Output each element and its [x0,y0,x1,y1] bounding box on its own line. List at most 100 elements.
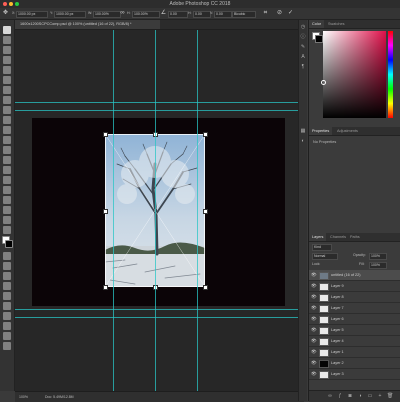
background-color-swatch[interactable] [315,35,323,43]
hand-tool-icon[interactable] [3,206,11,214]
blur-tool-icon[interactable] [3,146,11,154]
history-panel-icon[interactable]: ◷ [300,24,306,30]
h-skew-field[interactable]: 0.00 [193,11,211,18]
transform-handle-bottom-left[interactable] [103,285,108,290]
layer-visibility-eye-icon[interactable]: 👁 [311,292,317,302]
info-panel-icon[interactable]: ⓘ [300,34,306,40]
layer-style-icon[interactable]: ƒ [337,393,343,399]
link-layers-icon[interactable]: ∞ [327,393,333,399]
layer-row[interactable]: 👁 Layer 1 [309,347,400,358]
lasso-tool-icon[interactable] [3,46,11,54]
eraser-tool-icon[interactable] [3,126,11,134]
paragraph-panel-icon[interactable]: ¶ [300,64,306,70]
layer-mask-icon[interactable]: ◙ [347,393,353,399]
height-field[interactable]: 100.00% [132,11,160,18]
crop-tool-icon[interactable] [3,66,11,74]
brush-tool-icon[interactable] [3,96,11,104]
horizontal-guide[interactable] [15,110,304,111]
libraries-panel-icon[interactable]: ▦ [300,128,306,134]
transform-handle-bottom-right[interactable] [203,285,208,290]
layer-row[interactable]: 👁 Layer 8 [309,292,400,303]
horizontal-guide[interactable] [15,317,304,318]
layer-kind-filter[interactable]: Kind [312,244,332,251]
layer-row[interactable]: 👁 untitled (16 of 22) [309,270,400,281]
y-position-field[interactable]: 1000.00 px [54,11,86,18]
document-canvas-area[interactable] [15,30,304,391]
angle-field[interactable]: 0.00 [168,11,188,18]
layer-row[interactable]: 👁 Layer 3 [309,369,400,380]
path-selection-tool-icon[interactable] [3,186,11,194]
tool-icon[interactable] [3,342,11,350]
gradient-tool-icon[interactable] [3,136,11,144]
marquee-tool-icon[interactable] [3,36,11,44]
horizontal-guide[interactable] [15,102,304,103]
cancel-transform-icon[interactable]: ⊘ [276,10,283,17]
new-layer-icon[interactable]: + [377,393,383,399]
v-skew-field[interactable]: 0.00 [214,11,232,18]
color-picker-cursor[interactable] [321,80,326,85]
vertical-guide[interactable] [197,30,198,391]
tab-adjustments[interactable]: Adjustments [334,127,361,135]
new-group-icon[interactable]: ▭ [367,393,373,399]
background-color-swatch[interactable] [5,240,13,248]
tool-icon[interactable] [3,322,11,330]
adjustments-panel-icon[interactable]: ◐ [300,138,306,144]
tab-properties[interactable]: Properties [309,127,333,135]
layer-visibility-eye-icon[interactable]: 👁 [311,303,317,313]
layer-visibility-eye-icon[interactable]: 👁 [311,314,317,324]
tab-layers[interactable]: Layers [309,233,327,241]
tool-icon[interactable] [3,282,11,290]
commit-transform-icon[interactable]: ✓ [287,10,294,17]
tab-paths[interactable]: Paths [347,233,363,241]
layer-visibility-eye-icon[interactable]: 👁 [311,347,317,357]
layer-row[interactable]: 👁 Layer 9 [309,281,400,292]
layer-row[interactable]: 👁 Layer 7 [309,303,400,314]
layer-visibility-eye-icon[interactable]: 👁 [311,325,317,335]
transform-handle-left[interactable] [103,209,108,214]
zoom-tool-icon[interactable] [3,216,11,224]
tool-icon[interactable] [3,292,11,300]
dodge-tool-icon[interactable] [3,156,11,164]
eyedropper-tool-icon[interactable] [3,76,11,84]
tool-icon[interactable] [3,312,11,320]
vertical-guide[interactable] [155,30,156,391]
opacity-field[interactable]: 100% [369,253,387,260]
blend-mode-select[interactable]: Normal [312,253,338,260]
layer-row[interactable]: 👁 Layer 6 [309,314,400,325]
move-tool-icon[interactable] [3,26,11,34]
interpolation-select[interactable]: Bicubic [232,11,256,18]
delete-layer-icon[interactable]: 🗑 [387,393,393,399]
layer-row[interactable]: 👁 Layer 5 [309,325,400,336]
tool-icon[interactable] [3,302,11,310]
transform-handle-top-right[interactable] [203,132,208,137]
document-tab[interactable]: 1600x1200SCPCComp.psd @ 100% (untitled (… [15,20,160,29]
tab-channels[interactable]: Channels [327,233,349,241]
tab-swatches[interactable]: Swatches [325,20,347,28]
healing-brush-tool-icon[interactable] [3,86,11,94]
tab-color[interactable]: Color [309,20,325,28]
edit-toolbar-icon[interactable] [3,226,11,234]
shape-tool-icon[interactable] [3,196,11,204]
layer-visibility-eye-icon[interactable]: 👁 [311,281,317,291]
tool-icon[interactable] [3,272,11,280]
x-position-field[interactable]: 1000.00 px [16,11,48,18]
screen-mode-icon[interactable] [3,262,11,270]
hue-slider[interactable] [388,31,393,118]
layer-row[interactable]: 👁 Layer 4 [309,336,400,347]
color-picker-field[interactable] [323,31,386,118]
layer-visibility-eye-icon[interactable]: 👁 [311,369,317,379]
quick-mask-icon[interactable] [3,252,11,260]
vertical-guide[interactable] [113,30,114,391]
layer-visibility-eye-icon[interactable]: 👁 [311,336,317,346]
clone-stamp-tool-icon[interactable] [3,106,11,114]
layer-row[interactable]: 👁 Layer 2 [309,358,400,369]
layer-visibility-eye-icon[interactable]: 👁 [311,358,317,368]
warp-icon[interactable]: ⌗ [262,10,269,17]
history-brush-tool-icon[interactable] [3,116,11,124]
transform-handle-right[interactable] [203,209,208,214]
type-tool-icon[interactable] [3,176,11,184]
transform-handle-top-left[interactable] [103,132,108,137]
horizontal-guide[interactable] [15,309,304,310]
adjustment-layer-icon[interactable]: ◑ [357,393,363,399]
fill-field[interactable]: 100% [369,262,387,269]
